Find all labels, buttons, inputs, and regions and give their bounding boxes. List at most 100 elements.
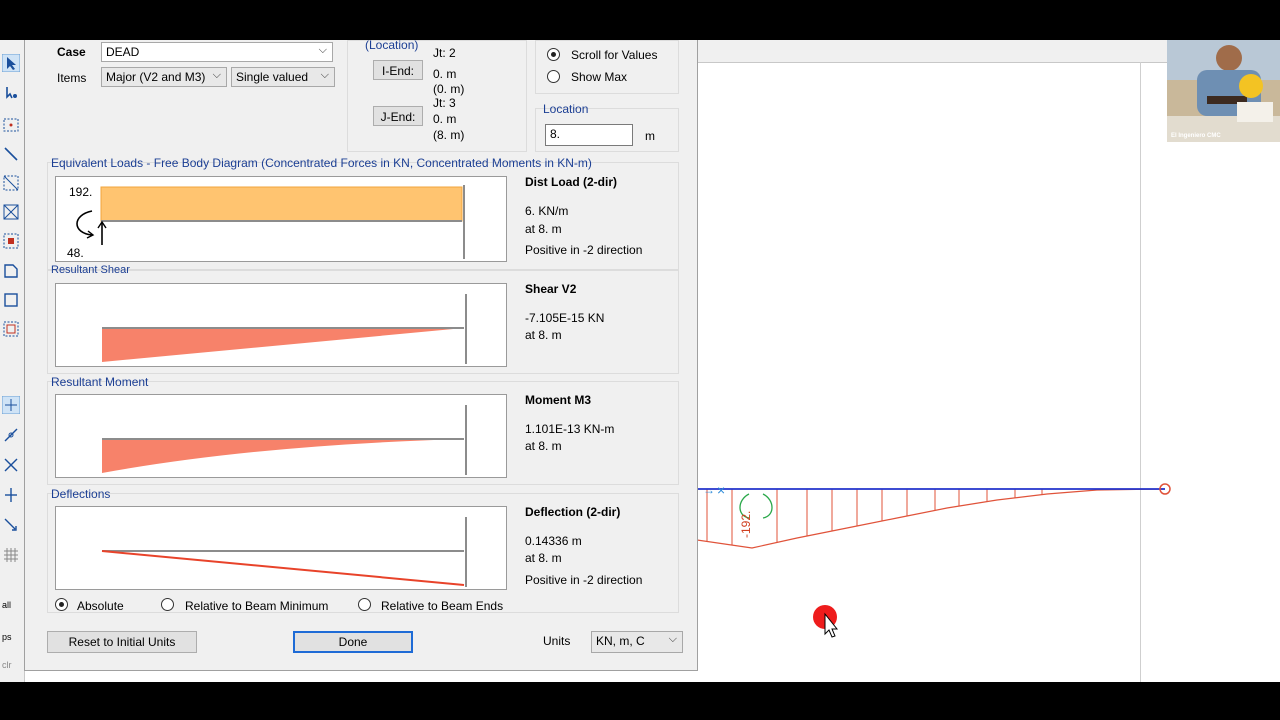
reshape-icon[interactable] bbox=[2, 84, 20, 102]
moment-fill bbox=[102, 439, 464, 473]
snap-perpendicular-icon[interactable] bbox=[2, 486, 20, 504]
moment-arrow-icon bbox=[76, 210, 93, 236]
left-toolbar: all ps clr bbox=[0, 40, 25, 682]
iend-joint: Jt: 2 bbox=[433, 46, 456, 60]
fbd-title: Equivalent Loads - Free Body Diagram (Co… bbox=[51, 156, 592, 170]
relative-min-label: Relative to Beam Minimum bbox=[185, 599, 329, 613]
draw-line-icon[interactable] bbox=[2, 145, 20, 163]
dotted-rect-icon[interactable] bbox=[2, 320, 20, 338]
reset-units-button[interactable]: Reset to Initial Units bbox=[47, 631, 197, 653]
cross-icon[interactable] bbox=[2, 203, 20, 221]
dist-load-at: at 8. m bbox=[525, 222, 562, 236]
moment-section-title: Resultant Moment bbox=[51, 375, 149, 389]
shear-fill bbox=[102, 328, 464, 362]
shear-title: Shear V2 bbox=[525, 282, 577, 296]
deflection-diagram bbox=[55, 506, 507, 590]
chevron-down-icon: ⌵ bbox=[320, 69, 329, 81]
chevron-down-icon: ⌵ bbox=[668, 633, 677, 645]
relative-ends-radio[interactable] bbox=[358, 598, 371, 611]
location-unit: m bbox=[645, 129, 655, 143]
dist-load-note: Positive in -2 direction bbox=[525, 243, 643, 257]
bottom-black-bar bbox=[0, 682, 1280, 720]
svg-text:×: × bbox=[717, 482, 725, 498]
select-box-icon[interactable] bbox=[2, 116, 20, 134]
items-mode-value: Single valued bbox=[236, 70, 309, 84]
jend-joint: Jt: 3 bbox=[433, 96, 456, 110]
deflection-value: 0.14336 m bbox=[525, 534, 582, 548]
items-dropdown[interactable]: Major (V2 and M3) ⌵ bbox=[101, 67, 227, 87]
absolute-radio[interactable] bbox=[55, 598, 68, 611]
snap-line-icon[interactable] bbox=[2, 426, 20, 444]
bg-moment-label: -192. bbox=[739, 511, 753, 538]
svg-text:→: → bbox=[703, 483, 715, 497]
jend-button[interactable]: J-End: bbox=[373, 106, 423, 126]
done-button[interactable]: Done bbox=[293, 631, 413, 653]
iend-local: 0. m bbox=[433, 67, 457, 81]
rectangle-icon[interactable] bbox=[2, 291, 20, 309]
absolute-label: Absolute bbox=[77, 599, 124, 613]
snap-point-icon[interactable] bbox=[2, 396, 20, 414]
canvas-divider bbox=[1140, 62, 1141, 682]
case-label: Case bbox=[57, 45, 86, 59]
bg-moment-hatch bbox=[706, 489, 1043, 545]
area-icon[interactable] bbox=[2, 262, 20, 280]
chevron-down-icon: ⌵ bbox=[212, 69, 221, 81]
background-moment-diagram: → × -192. bbox=[697, 482, 1171, 549]
deflection-curve bbox=[101, 550, 465, 586]
deflection-at: at 8. m bbox=[525, 551, 562, 565]
fbd-force-value: 48. bbox=[67, 246, 84, 260]
moment-at: at 8. m bbox=[525, 439, 562, 453]
select-all-label[interactable]: all bbox=[2, 600, 11, 610]
top-black-bar bbox=[0, 0, 1280, 40]
case-value: DEAD bbox=[106, 45, 140, 59]
deflection-section-title: Deflections bbox=[51, 487, 111, 501]
dist-load-block bbox=[100, 186, 463, 222]
shear-section-title: Resultant Shear bbox=[51, 264, 130, 276]
case-dropdown[interactable]: DEAD ⌵ bbox=[101, 42, 333, 62]
location-label: Location bbox=[543, 102, 589, 116]
deflection-title: Deflection (2-dir) bbox=[525, 505, 621, 519]
items-value: Major (V2 and M3) bbox=[106, 70, 206, 84]
fbd-diagram bbox=[55, 176, 507, 262]
dist-load-value: 6. KN/m bbox=[525, 204, 569, 218]
webcam-overlay: El Ingeniero CMC bbox=[1167, 40, 1280, 142]
bg-moment-curve bbox=[697, 488, 1166, 549]
items-label: Items bbox=[57, 71, 87, 85]
show-max-radio[interactable] bbox=[547, 70, 560, 83]
show-max-label: Show Max bbox=[571, 70, 628, 84]
shear-at: at 8. m bbox=[525, 328, 562, 342]
snap-intersection-icon[interactable] bbox=[2, 456, 20, 474]
grid-icon[interactable] bbox=[2, 232, 20, 250]
iend-button[interactable]: I-End: bbox=[373, 60, 423, 80]
select-ps-label[interactable]: ps bbox=[2, 632, 12, 642]
location-input[interactable]: 8. bbox=[545, 124, 633, 146]
webcam-caption: El Ingeniero CMC bbox=[1171, 133, 1221, 139]
snap-grid-icon[interactable] bbox=[2, 546, 20, 564]
chevron-down-icon: ⌵ bbox=[318, 44, 327, 56]
relative-min-radio[interactable] bbox=[161, 598, 174, 611]
moment-diagram bbox=[55, 394, 507, 478]
fbd-moment-value: 192. bbox=[69, 185, 93, 199]
relative-ends-label: Relative to Beam Ends bbox=[381, 599, 504, 613]
jend-global: (8. m) bbox=[433, 128, 465, 142]
canvas-title-strip bbox=[697, 40, 1167, 63]
snap-extension-icon[interactable] bbox=[2, 516, 20, 534]
scroll-values-radio[interactable] bbox=[547, 48, 560, 61]
member-diagram-dialog: Case DEAD ⌵ Items Major (V2 and M3) ⌵ Sing… bbox=[24, 38, 698, 671]
clear-selection-label[interactable]: clr bbox=[2, 660, 12, 670]
units-dropdown[interactable]: KN, m, C ⌵ bbox=[591, 631, 683, 653]
pointer-icon[interactable] bbox=[2, 54, 20, 72]
jend-local: 0. m bbox=[433, 112, 457, 126]
moment-value: 1.101E-13 KN-m bbox=[525, 422, 615, 436]
units-label: Units bbox=[543, 634, 571, 648]
dist-load-title: Dist Load (2-dir) bbox=[525, 175, 617, 189]
mouse-cursor-icon bbox=[813, 605, 839, 638]
shear-value: -7.105E-15 KN bbox=[525, 311, 605, 325]
items-mode-dropdown[interactable]: Single valued ⌵ bbox=[231, 67, 335, 87]
moment-title: Moment M3 bbox=[525, 393, 591, 407]
location-header: (Location) bbox=[365, 38, 419, 52]
scroll-values-label: Scroll for Values bbox=[571, 48, 658, 62]
select-intersect-icon[interactable] bbox=[2, 174, 20, 192]
deflection-note: Positive in -2 direction bbox=[525, 573, 643, 587]
shear-diagram bbox=[55, 283, 507, 367]
